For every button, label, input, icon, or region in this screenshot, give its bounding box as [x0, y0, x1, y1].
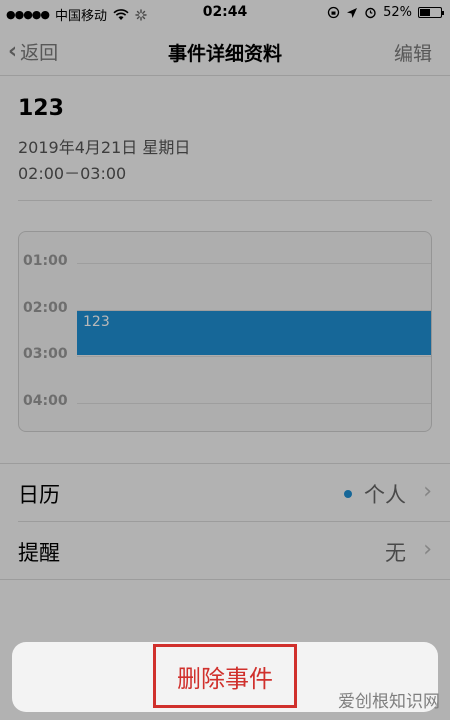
watermark: 爱创根知识网 [338, 692, 440, 712]
modal-dim-overlay[interactable] [0, 0, 450, 720]
delete-event-button[interactable]: 删除事件 [153, 644, 297, 708]
